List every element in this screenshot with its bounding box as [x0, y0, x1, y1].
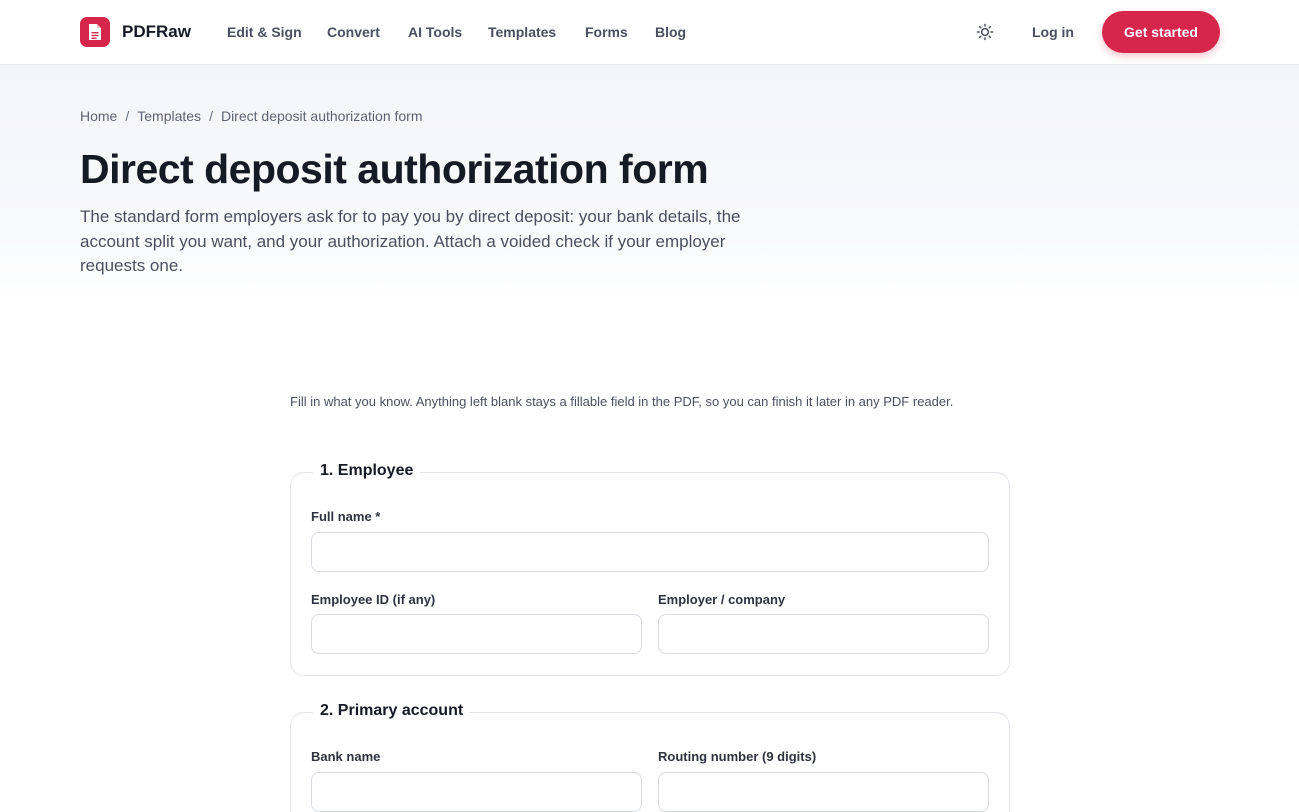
login-link[interactable]: Log in — [1032, 24, 1074, 40]
routing-number-label: Routing number (9 digits) — [658, 749, 817, 764]
breadcrumb-separator: / — [209, 108, 213, 124]
nav-edit-sign[interactable]: Edit & Sign — [227, 24, 302, 40]
routing-number-input[interactable] — [658, 772, 989, 812]
breadcrumb-templates[interactable]: Templates — [137, 108, 201, 124]
bank-name-input[interactable] — [311, 772, 642, 812]
primary-account-section: 2. Primary account Bank name Routing num… — [290, 702, 1010, 812]
breadcrumb: Home / Templates / Direct deposit authorizat… — [80, 108, 423, 124]
form-intro: Fill in what you know. Anything left bla… — [290, 394, 954, 409]
bank-name-label: Bank name — [311, 749, 381, 764]
logo[interactable] — [80, 17, 110, 47]
nav-ai-tools[interactable]: AI Tools — [408, 24, 462, 40]
page-title: Direct deposit authorization form — [80, 146, 709, 192]
breadcrumb-separator: / — [125, 108, 130, 124]
nav-convert[interactable]: Convert — [327, 24, 380, 40]
brand-name[interactable]: PDFRaw — [122, 22, 191, 42]
breadcrumb-current: Direct deposit authorization form — [220, 108, 423, 124]
full-name-label: Full name * — [311, 509, 381, 524]
section-legend: 1. Employee — [313, 462, 421, 480]
nav-templates[interactable]: Templates — [488, 24, 556, 40]
employee-section: 1. Employee Full name * Employee ID (if … — [290, 462, 1010, 676]
section-legend: 2. Primary account — [313, 702, 471, 720]
theme-toggle-button[interactable] — [974, 21, 996, 43]
page-description: The standard form employers ask for to p… — [80, 207, 741, 275]
get-started-button[interactable]: Get started — [1102, 11, 1220, 53]
employee-id-label: Employee ID (if any) — [311, 592, 436, 607]
nav-forms[interactable]: Forms — [585, 24, 628, 40]
employer-input[interactable] — [658, 614, 989, 654]
full-name-input[interactable] — [311, 532, 989, 572]
document-icon — [89, 24, 101, 40]
breadcrumb-home[interactable]: Home — [80, 108, 117, 124]
nav-blog[interactable]: Blog — [655, 24, 686, 40]
employee-id-input[interactable] — [311, 614, 642, 654]
sun-icon — [976, 23, 994, 41]
employer-label: Employer / company — [658, 592, 786, 607]
top-navbar: PDFRaw Edit & Sign Convert AI Tools Temp… — [0, 0, 1299, 65]
